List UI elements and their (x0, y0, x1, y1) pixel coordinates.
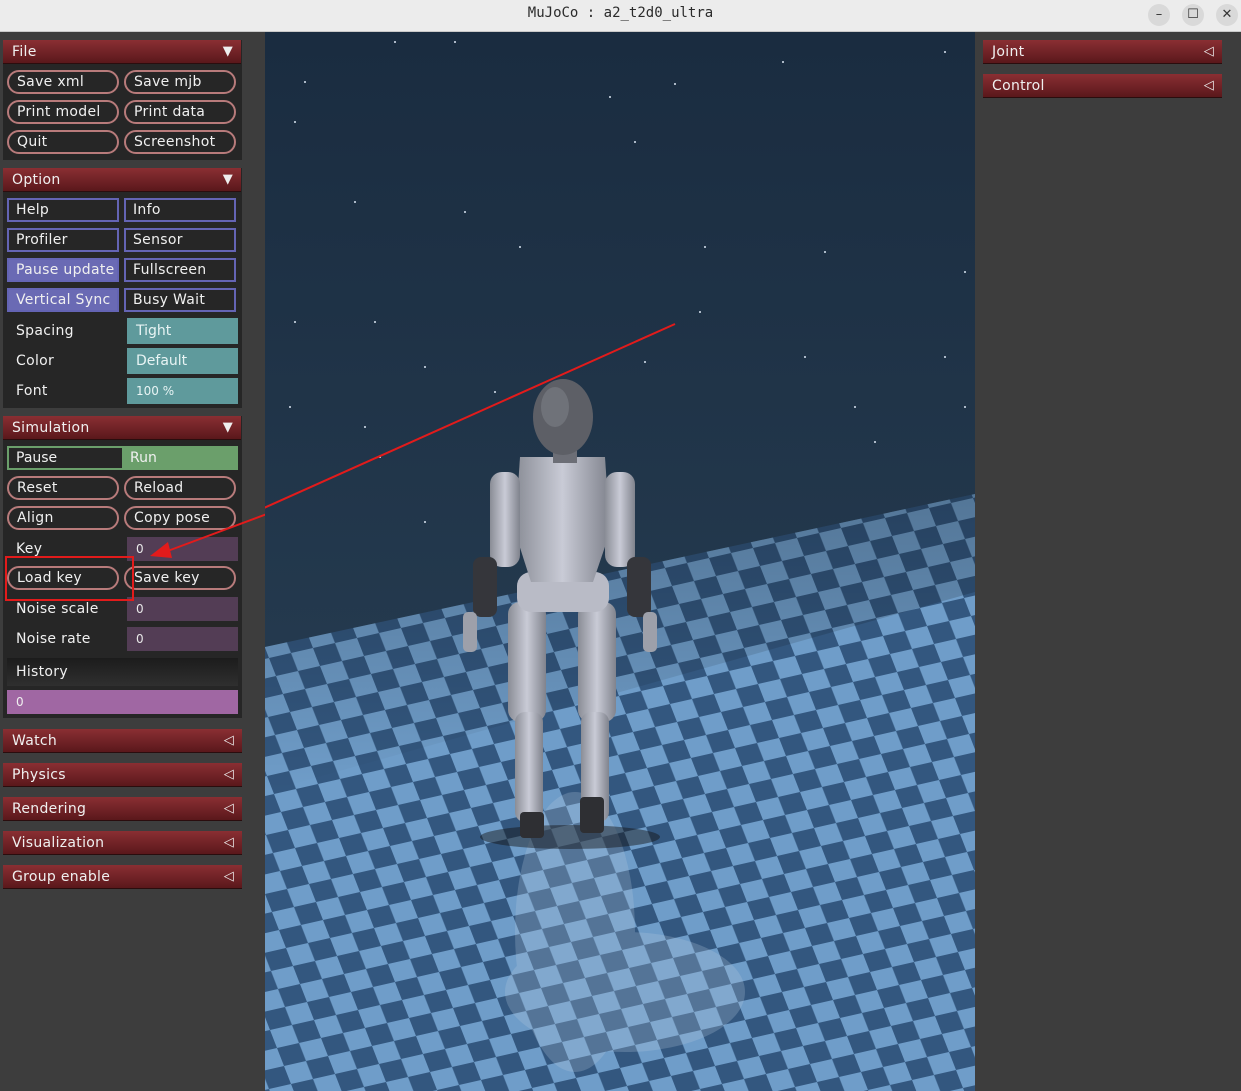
screenshot-button[interactable]: Screenshot (124, 130, 236, 154)
save-xml-button[interactable]: Save xml (7, 70, 119, 94)
profiler-checkbox[interactable]: Profiler (7, 228, 119, 252)
collapsed-triangle-icon: ◁ (223, 801, 234, 816)
physics-section-header[interactable]: Physics ◁ (3, 763, 242, 787)
physics-header-label: Physics (12, 767, 66, 783)
noise-scale-slider[interactable]: 0 (127, 597, 238, 621)
align-button[interactable]: Align (7, 506, 119, 530)
watch-section-header[interactable]: Watch ◁ (3, 729, 242, 753)
pause-run-radio: Pause Run (7, 446, 238, 470)
file-section: File ▼ Save xml Save mjb Print model Pri… (3, 40, 242, 160)
history-separator: History (7, 658, 238, 686)
reset-button[interactable]: Reset (7, 476, 119, 500)
collapsed-triangle-icon: ◁ (223, 835, 234, 850)
fullscreen-checkbox[interactable]: Fullscreen (124, 258, 236, 282)
info-checkbox[interactable]: Info (124, 198, 236, 222)
rendering-header-label: Rendering (12, 801, 87, 817)
collapsed-triangle-icon: ◁ (223, 733, 234, 748)
pause-radio-option[interactable]: Pause (9, 448, 122, 468)
collapsed-triangle-icon: ◁ (223, 767, 234, 782)
noise-rate-slider[interactable]: 0 (127, 627, 238, 651)
spacing-select[interactable]: Tight (127, 318, 238, 344)
print-data-button[interactable]: Print data (124, 100, 236, 124)
run-radio-option[interactable]: Run (122, 448, 236, 468)
file-section-header[interactable]: File ▼ (3, 40, 241, 64)
minimize-button[interactable]: – (1148, 4, 1170, 26)
annotation-highlight-box (5, 556, 134, 601)
group-enable-header-label: Group enable (12, 869, 111, 885)
save-key-button[interactable]: Save key (124, 566, 236, 590)
file-header-label: File (12, 44, 37, 60)
font-select[interactable]: 100 % (127, 378, 238, 404)
visualization-header-label: Visualization (12, 835, 105, 851)
busy-wait-checkbox[interactable]: Busy Wait (124, 288, 236, 312)
font-label: Font (16, 383, 48, 399)
key-slider[interactable]: 0 (127, 537, 238, 561)
color-select[interactable]: Default (127, 348, 238, 374)
collapsed-triangle-icon: ◁ (1203, 78, 1214, 93)
option-section: Option ▼ Help Info Profiler Sensor Pause… (3, 168, 242, 408)
title-bar: MuJoCo : a2_t2d0_ultra – ☐ ✕ (0, 0, 1241, 32)
color-label: Color (16, 353, 55, 369)
vertical-sync-checkbox[interactable]: Vertical Sync (7, 288, 119, 312)
control-section-header[interactable]: Control ◁ (983, 74, 1222, 98)
expanded-triangle-icon: ▼ (222, 420, 233, 435)
group-enable-section-header[interactable]: Group enable ◁ (3, 865, 242, 889)
noise-rate-label: Noise rate (16, 631, 91, 647)
sensor-checkbox[interactable]: Sensor (124, 228, 236, 252)
rendering-section-header[interactable]: Rendering ◁ (3, 797, 242, 821)
spacing-label: Spacing (16, 323, 74, 339)
save-mjb-button[interactable]: Save mjb (124, 70, 236, 94)
visualization-section-header[interactable]: Visualization ◁ (3, 831, 242, 855)
control-header-label: Control (992, 78, 1045, 94)
pause-update-checkbox[interactable]: Pause update (7, 258, 119, 282)
expanded-triangle-icon: ▼ (222, 44, 233, 59)
print-model-button[interactable]: Print model (7, 100, 119, 124)
help-checkbox[interactable]: Help (7, 198, 119, 222)
scene-render (265, 32, 975, 1091)
collapsed-triangle-icon: ◁ (1203, 44, 1214, 59)
simulation-header-label: Simulation (12, 420, 90, 436)
close-button[interactable]: ✕ (1216, 4, 1238, 26)
collapsed-triangle-icon: ◁ (223, 869, 234, 884)
option-section-header[interactable]: Option ▼ (3, 168, 241, 192)
joint-header-label: Joint (992, 44, 1025, 60)
history-slider[interactable]: 0 (7, 690, 238, 714)
left-ui-panel: File ▼ Save xml Save mjb Print model Pri… (3, 40, 242, 892)
simulation-section-header[interactable]: Simulation ▼ (3, 416, 241, 440)
joint-section-header[interactable]: Joint ◁ (983, 40, 1222, 64)
reload-button[interactable]: Reload (124, 476, 236, 500)
option-header-label: Option (12, 172, 61, 188)
window-title: MuJoCo : a2_t2d0_ultra (527, 5, 714, 21)
watch-header-label: Watch (12, 733, 58, 749)
right-ui-panel: Joint ◁ Control ◁ (983, 40, 1222, 100)
quit-button[interactable]: Quit (7, 130, 119, 154)
copy-pose-button[interactable]: Copy pose (124, 506, 236, 530)
scene-viewport[interactable] (265, 32, 975, 1091)
expanded-triangle-icon: ▼ (222, 172, 233, 187)
maximize-button[interactable]: ☐ (1182, 4, 1204, 26)
